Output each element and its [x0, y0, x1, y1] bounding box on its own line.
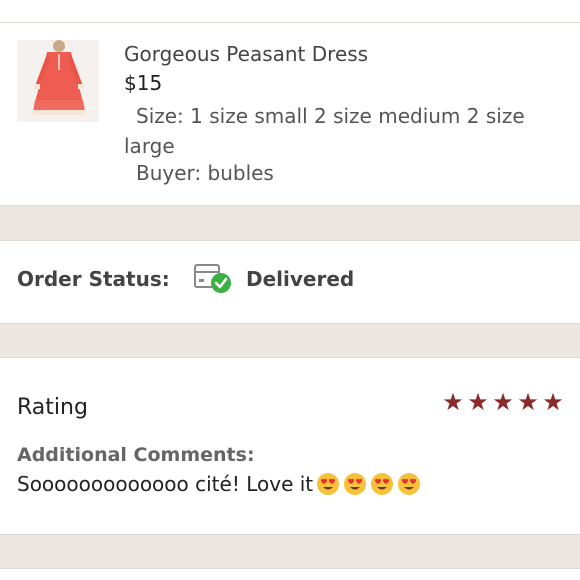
item-buyer: Buyer: bubles [136, 161, 274, 185]
order-status-card: Order Status: Delivered [0, 240, 580, 324]
item-thumbnail[interactable] [17, 40, 99, 122]
item-size-line-1: Size: 1 size small 2 size medium 2 size [136, 104, 525, 128]
package-delivered-icon [193, 259, 233, 295]
star-icon: ★ [542, 388, 564, 416]
star-icon: ★ [492, 388, 514, 416]
order-item-card: Gorgeous Peasant Dress $15 Size: 1 size … [0, 22, 580, 206]
rating-stars: ★ ★ ★ ★ ★ [441, 388, 565, 416]
star-icon: ★ [467, 388, 489, 416]
heart-eyes-emoji-icon [370, 472, 394, 496]
comments-label: Additional Comments: [17, 444, 255, 466]
order-status-label: Order Status: [17, 267, 170, 291]
item-size-line-2: large [124, 134, 175, 158]
top-strip [0, 0, 580, 22]
dress-image-icon [17, 40, 99, 122]
item-price: $15 [124, 71, 163, 95]
heart-eyes-emoji-icon [397, 472, 421, 496]
next-card-edge [0, 568, 580, 580]
order-status-value: Delivered [246, 267, 355, 291]
star-icon: ★ [442, 388, 464, 416]
rating-label: Rating [17, 395, 88, 420]
item-title[interactable]: Gorgeous Peasant Dress [124, 42, 368, 66]
heart-eyes-emoji-icon [316, 472, 340, 496]
star-icon: ★ [517, 388, 539, 416]
item-size: Size: 1 size small 2 size medium 2 size … [124, 101, 554, 161]
rating-card: Rating ★ ★ ★ ★ ★ Additional Comments: So… [0, 357, 580, 535]
comments-body: Sooooooooooooo cité! Love it [17, 472, 314, 496]
comments-text: Sooooooooooooo cité! Love it [17, 472, 421, 496]
heart-eyes-emoji-icon [343, 472, 367, 496]
